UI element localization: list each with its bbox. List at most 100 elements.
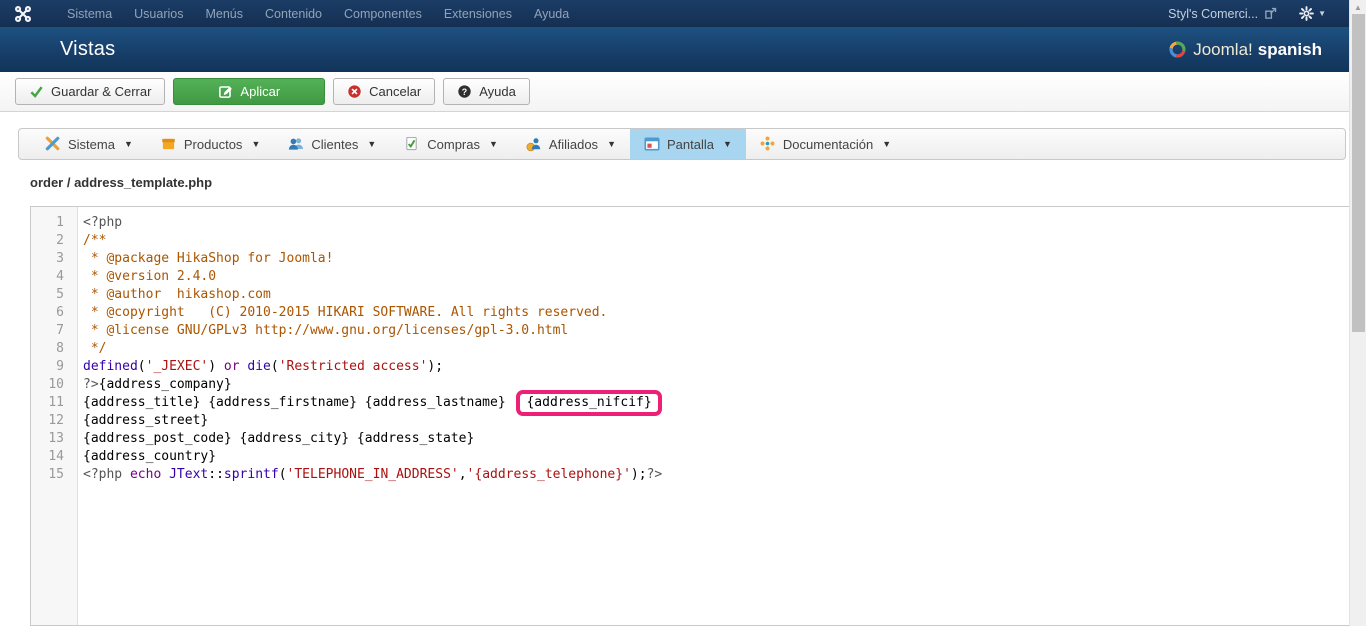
code-line-10[interactable]: ?>{address_company} — [83, 376, 1353, 394]
code-line-4[interactable]: * @version 2.4.0 — [83, 268, 1353, 286]
orders-icon — [404, 136, 420, 152]
gear-icon — [1299, 6, 1314, 21]
tab-label: Pantalla — [666, 136, 714, 152]
settings-menu[interactable]: ▼ — [1299, 6, 1326, 21]
code-line-13[interactable]: {address_post_code} {address_city} {addr… — [83, 430, 1353, 448]
chevron-down-icon: ▼ — [882, 139, 892, 149]
code-line-8[interactable]: */ — [83, 340, 1353, 358]
chevron-down-icon: ▼ — [367, 139, 377, 149]
button-label: Aplicar — [240, 84, 281, 99]
tab-compras[interactable]: Compras ▼ — [390, 129, 512, 159]
editor-line-numbers: 1 2 3 4 5 6 7 8 9 10 11 12 13 14 15 — [31, 207, 78, 625]
aplicar-button[interactable]: Aplicar — [173, 78, 326, 105]
code-line-15[interactable]: <?php echo JText::sprintf('TELEPHONE_IN_… — [83, 466, 1353, 484]
brand-name-label: Joomla! — [1193, 39, 1253, 59]
breadcrumb: order / address_template.php — [30, 175, 213, 190]
guardar-cerrar-button[interactable]: Guardar & Cerrar — [15, 78, 166, 105]
action-toolbar: Guardar & Cerrar Aplicar Cancelar? Ayuda — [0, 72, 1366, 112]
line-number: 9 — [56, 359, 64, 374]
line-number: 2 — [56, 233, 64, 248]
svg-text:?: ? — [462, 87, 467, 97]
affiliate-icon — [526, 136, 542, 152]
editor-code-area[interactable]: <?php/** * @package HikaShop for Joomla!… — [78, 207, 1353, 625]
topbar-menu-extensiones[interactable]: Extensiones — [433, 7, 523, 21]
page-title: Vistas — [60, 38, 116, 60]
brand-suffix-label: spanish — [1257, 39, 1322, 59]
topbar-menu-contenido[interactable]: Contenido — [254, 7, 333, 21]
line-number: 13 — [48, 431, 64, 446]
topbar-menu-componentes[interactable]: Componentes — [333, 7, 433, 21]
check-icon — [29, 84, 44, 99]
tab-label: Productos — [183, 136, 243, 152]
edit-icon — [218, 84, 233, 99]
line-number: 5 — [56, 287, 64, 302]
chevron-down-icon: ▼ — [722, 139, 732, 149]
code-line-11[interactable]: {address_title} {address_firstname} {add… — [83, 389, 1353, 416]
line-number: 11 — [48, 395, 64, 410]
help-icon: ? — [457, 84, 472, 99]
hikashop-menu-bar: Sistema ▼ Productos ▼ Clientes ▼ Compras ▼ Afili… — [18, 128, 1346, 160]
tools-icon — [45, 136, 61, 152]
line-number: 1 — [56, 215, 64, 230]
code-line-6[interactable]: * @copyright (C) 2010-2015 HIKARI SOFTWA… — [83, 304, 1353, 322]
tab-afiliados[interactable]: Afiliados ▼ — [512, 129, 630, 159]
code-line-3[interactable]: * @package HikaShop for Joomla! — [83, 250, 1353, 268]
topbar-menu-ayuda[interactable]: Ayuda — [523, 7, 580, 21]
display-icon — [644, 136, 660, 152]
line-number: 12 — [48, 413, 64, 428]
line-number: 4 — [56, 269, 64, 284]
tab-label: Documentación — [782, 136, 874, 152]
box-icon — [161, 136, 177, 152]
chevron-down-icon: ▼ — [1318, 9, 1326, 18]
tab-label: Afiliados — [548, 136, 599, 152]
line-number: 14 — [48, 449, 64, 464]
topbar-menu-menús[interactable]: Menús — [194, 7, 254, 21]
address-nifcif-highlight: {address_nifcif} — [516, 389, 662, 416]
topbar-menu-sistema[interactable]: Sistema — [56, 7, 123, 21]
joomla-logo-icon — [14, 5, 32, 23]
code-line-1[interactable]: <?php — [83, 214, 1353, 232]
code-line-12[interactable]: {address_street} — [83, 412, 1353, 430]
tab-documentación[interactable]: Documentación ▼ — [746, 129, 905, 159]
site-preview-link[interactable]: Styl's Comerci... — [1168, 7, 1277, 21]
ayuda-button[interactable]: ? Ayuda — [443, 78, 530, 105]
code-line-9[interactable]: defined('_JEXEC') or die('Restricted acc… — [83, 358, 1353, 376]
tab-productos[interactable]: Productos ▼ — [147, 129, 274, 159]
code-line-5[interactable]: * @author hikashop.com — [83, 286, 1353, 304]
chevron-down-icon: ▼ — [489, 139, 498, 149]
tab-clientes[interactable]: Clientes ▼ — [274, 129, 390, 159]
code-line-7[interactable]: * @license GNU/GPLv3 http://www.gnu.org/… — [83, 322, 1353, 340]
line-number: 15 — [48, 467, 64, 482]
cancelar-button[interactable]: Cancelar — [333, 78, 436, 105]
topbar-menu-usuarios[interactable]: Usuarios — [123, 7, 194, 21]
tab-label: Clientes — [311, 136, 359, 152]
scrollbar-up-arrow[interactable]: ▲ — [1350, 0, 1366, 14]
external-link-icon — [1264, 7, 1277, 20]
button-label: Guardar & Cerrar — [51, 84, 152, 99]
page-header: Vistas Joomla! spanish — [0, 27, 1366, 72]
browser-scrollbar[interactable]: ▲ — [1349, 0, 1366, 626]
line-number: 7 — [56, 323, 64, 338]
line-number: 10 — [48, 377, 64, 392]
joomla-spanish-brand: Joomla! spanish — [1167, 39, 1322, 60]
chevron-down-icon: ▼ — [251, 139, 261, 149]
code-line-14[interactable]: {address_country} — [83, 448, 1353, 466]
button-label: Ayuda — [479, 84, 516, 99]
tab-label: Compras — [427, 136, 480, 152]
scrollbar-thumb[interactable] — [1352, 14, 1365, 332]
chevron-down-icon: ▼ — [607, 139, 616, 149]
line-number: 8 — [56, 341, 64, 356]
joomla-color-logo-icon — [1167, 39, 1188, 60]
tab-sistema[interactable]: Sistema ▼ — [31, 129, 147, 159]
code-editor[interactable]: 1 2 3 4 5 6 7 8 9 10 11 12 13 14 15 <?php/** * @packag… — [30, 206, 1354, 626]
line-number: 3 — [56, 251, 64, 266]
admin-topbar: Sistema Usuarios Menús Contenido Componentes… — [0, 0, 1366, 27]
chevron-down-icon: ▼ — [123, 139, 133, 149]
docs-icon — [760, 136, 776, 152]
line-number: 6 — [56, 305, 64, 320]
site-name-label: Styl's Comerci... — [1168, 6, 1259, 21]
tab-label: Sistema — [68, 136, 115, 152]
code-line-2[interactable]: /** — [83, 232, 1353, 250]
tab-pantalla[interactable]: Pantalla ▼ — [629, 129, 746, 159]
users-icon — [288, 136, 304, 152]
